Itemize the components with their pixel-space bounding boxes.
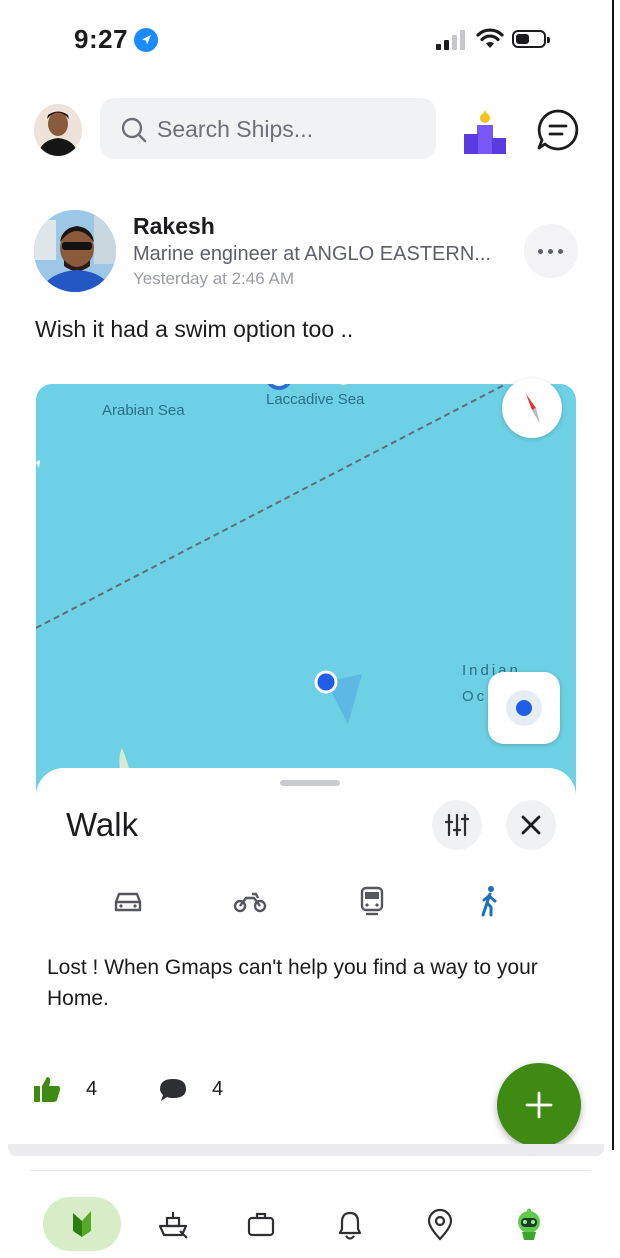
status-time: 9:27 [74,24,129,54]
walk-icon[interactable] [472,884,508,918]
search-input[interactable]: Search Ships... [157,116,313,143]
map-label-ocean: Oc [462,688,488,705]
bottom-nav-divider [30,1170,590,1171]
wifi-icon [476,28,504,48]
sheet-title: Walk [66,806,139,843]
post-text: Wish it had a swim option too .. [35,316,354,342]
directions-sheet [36,768,576,968]
close-button[interactable] [506,800,556,850]
nav-home-tab[interactable] [43,1197,121,1251]
post-timestamp: Yesterday at 2:46 AM [133,269,294,288]
location-arrow-icon [134,28,158,52]
car-icon[interactable] [110,884,146,918]
location-pin-icon[interactable] [424,1208,456,1242]
comment-count: 4 [212,1078,224,1100]
more-options-button[interactable] [524,224,578,278]
author-avatar[interactable] [34,210,116,292]
map-label-laccadive-sea: Laccadive Sea [266,391,365,408]
cellular-signal-icon [436,30,466,50]
like-count: 4 [86,1078,98,1100]
motorbike-icon[interactable] [232,884,268,918]
author-name[interactable]: Rakesh [133,213,215,240]
like-icon[interactable] [32,1074,62,1104]
leaderboard-icon[interactable] [462,110,508,154]
ship-icon[interactable] [156,1208,190,1242]
create-post-button[interactable] [497,1063,581,1147]
post-image-map[interactable]: Arabian Sea Laccadive Sea Indian Oc [36,384,576,824]
messages-icon[interactable] [536,108,580,152]
train-icon[interactable] [354,884,390,918]
bell-icon[interactable] [334,1208,366,1242]
comment-icon[interactable] [158,1076,188,1104]
map-label-arabian-sea: Arabian Sea [102,402,185,419]
options-button[interactable] [432,800,482,850]
my-location-button[interactable] [488,672,560,744]
search-icon [121,117,147,143]
author-role: Marine engineer at ANGLO EASTERN... [133,243,491,265]
battery-icon [512,30,550,48]
sheet-drag-handle[interactable] [280,780,340,786]
compass-button[interactable] [502,378,562,438]
briefcase-icon[interactable] [245,1208,277,1240]
home-logo-icon [73,1211,91,1237]
screen-edge [612,0,614,1150]
bot-icon[interactable] [512,1208,546,1242]
user-avatar[interactable] [34,104,82,156]
plus-icon [525,1091,553,1119]
post-caption: Lost ! When Gmaps can't help you find a … [47,956,538,1010]
feed-divider [8,1144,604,1156]
